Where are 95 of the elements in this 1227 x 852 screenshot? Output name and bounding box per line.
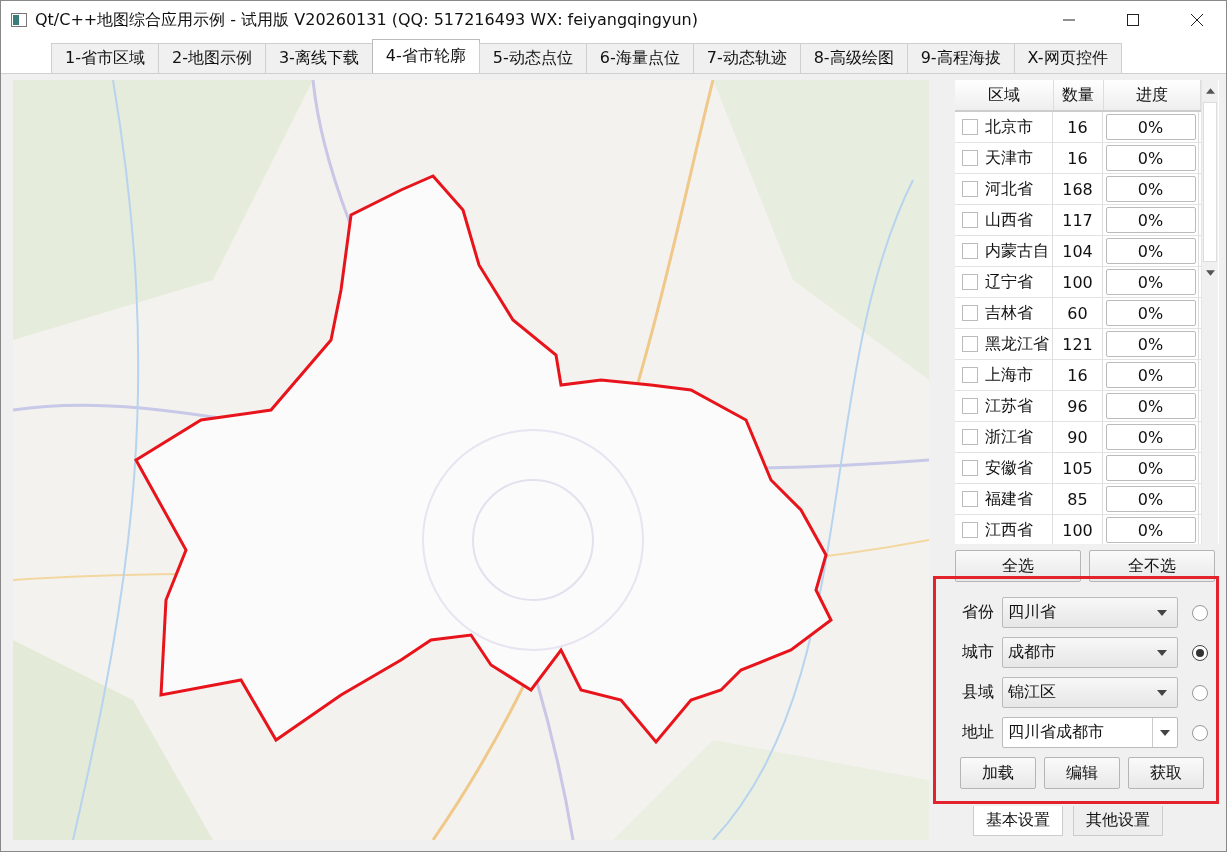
table-cell-text: 福建省 (985, 488, 1034, 510)
table-cell-text: 辽宁省 (985, 271, 1034, 293)
progress-bar: 0% (1105, 238, 1196, 264)
tab[interactable]: 3-离线下载 (264, 43, 373, 73)
table-cell-text: 山西省 (985, 209, 1034, 231)
checkbox[interactable] (962, 429, 978, 445)
table-cell: 105 (1062, 458, 1093, 478)
caret-icon (1157, 609, 1167, 616)
checkbox[interactable] (962, 522, 978, 538)
tab[interactable]: 8-高级绘图 (799, 43, 908, 73)
tab[interactable]: 基本设置 (973, 806, 1063, 836)
table-cell-text: 天津市 (985, 147, 1034, 169)
table-cell-text: 上海市 (985, 364, 1034, 386)
column-header[interactable]: 区域 (955, 80, 1054, 110)
tab[interactable]: 5-动态点位 (478, 43, 587, 73)
table-cell: 121 (1062, 334, 1093, 354)
field-label: 城市 (962, 642, 995, 663)
table-cell-text: 黑龙江省 (985, 333, 1050, 355)
table-cell-text: 江苏省 (985, 395, 1034, 417)
field-label: 县域 (962, 682, 995, 703)
progress-bar: 0% (1105, 207, 1196, 233)
progress-bar: 0% (1105, 300, 1196, 326)
tab[interactable]: 2-地图示例 (157, 43, 266, 73)
progress-bar: 0% (1105, 455, 1196, 481)
table-cell-text: 北京市 (985, 116, 1034, 138)
progress-bar: 0% (1105, 393, 1196, 419)
table-cell: 96 (1067, 396, 1088, 416)
table-cell: 16 (1067, 117, 1088, 137)
tab[interactable]: 其他设置 (1073, 806, 1163, 836)
table-cell-text: 河北省 (985, 178, 1034, 200)
maximize-icon[interactable] (1126, 13, 1140, 27)
field-label: 地址 (962, 722, 995, 743)
radio-button[interactable] (1192, 724, 1208, 741)
progress-bar: 0% (1105, 424, 1196, 450)
radio-button[interactable] (1192, 604, 1208, 621)
checkbox[interactable] (962, 460, 978, 476)
checkbox[interactable] (962, 491, 978, 507)
checkbox[interactable] (962, 367, 978, 383)
radio-button[interactable] (1192, 684, 1208, 701)
table-cell-text: 吉林省 (985, 302, 1034, 324)
caret-icon (1157, 649, 1167, 656)
tab[interactable]: X-网页控件 (1013, 43, 1122, 73)
dropdown[interactable]: 成都市 (1002, 637, 1178, 668)
radio-button[interactable] (1192, 644, 1208, 661)
table-cell: 60 (1067, 303, 1088, 323)
action-button[interactable]: 获取 (1128, 757, 1204, 789)
checkbox[interactable] (962, 181, 978, 197)
tab[interactable]: 4-省市轮廓 (371, 39, 480, 73)
table-cell: 85 (1067, 489, 1088, 509)
table-cell-text: 内蒙古自 (985, 240, 1050, 262)
window-title: Qt/C++地图综合应用示例 - 试用版 V20260131 (QQ: 517216493 WX: feiyangqingyun) (35, 9, 699, 31)
column-header[interactable]: 数量 (1053, 80, 1105, 110)
scroll-down-icon[interactable] (1205, 270, 1215, 276)
checkbox[interactable] (962, 336, 978, 352)
tab[interactable]: 1-省市区域 (51, 43, 159, 73)
table-cell: 16 (1067, 365, 1088, 385)
dropdown[interactable]: 四川省 (1002, 597, 1178, 628)
checkbox[interactable] (962, 150, 978, 166)
progress-bar: 0% (1105, 114, 1196, 140)
checkbox[interactable] (962, 274, 978, 290)
caret-icon[interactable] (1160, 729, 1170, 736)
field-label: 省份 (962, 602, 995, 623)
table-cell: 90 (1067, 427, 1088, 447)
table-cell: 100 (1062, 520, 1093, 540)
progress-bar: 0% (1105, 486, 1196, 512)
checkbox[interactable] (962, 398, 978, 414)
checkbox[interactable] (962, 119, 978, 135)
app-icon (11, 13, 27, 27)
checkbox[interactable] (962, 212, 978, 228)
checkbox[interactable] (962, 305, 978, 321)
table-cell-text: 浙江省 (985, 426, 1034, 448)
tab[interactable]: 6-海量点位 (585, 43, 694, 73)
dropdown[interactable]: 锦江区 (1002, 677, 1178, 708)
address-field[interactable]: 四川省成都市 (1002, 717, 1178, 748)
tab[interactable]: 7-动态轨迹 (692, 43, 801, 73)
caret-icon (1157, 689, 1167, 696)
scroll-up-icon[interactable] (1205, 88, 1215, 94)
progress-bar: 0% (1105, 176, 1196, 202)
table-cell: 117 (1062, 210, 1093, 230)
progress-bar: 0% (1105, 517, 1196, 543)
action-button[interactable]: 加载 (960, 757, 1036, 789)
progress-bar: 0% (1105, 362, 1196, 388)
table-cell: 104 (1062, 241, 1093, 261)
progress-bar: 0% (1105, 145, 1196, 171)
progress-bar: 0% (1105, 269, 1196, 295)
close-icon[interactable] (1190, 13, 1204, 27)
checkbox[interactable] (962, 243, 978, 259)
table-cell: 100 (1062, 272, 1093, 292)
progress-bar: 0% (1105, 331, 1196, 357)
table-cell: 168 (1062, 179, 1093, 199)
table-cell: 16 (1067, 148, 1088, 168)
action-button[interactable]: 编辑 (1044, 757, 1120, 789)
table-cell-text: 安徽省 (985, 457, 1034, 479)
table-cell-text: 江西省 (985, 519, 1034, 541)
tab[interactable]: 9-高程海拔 (906, 43, 1015, 73)
